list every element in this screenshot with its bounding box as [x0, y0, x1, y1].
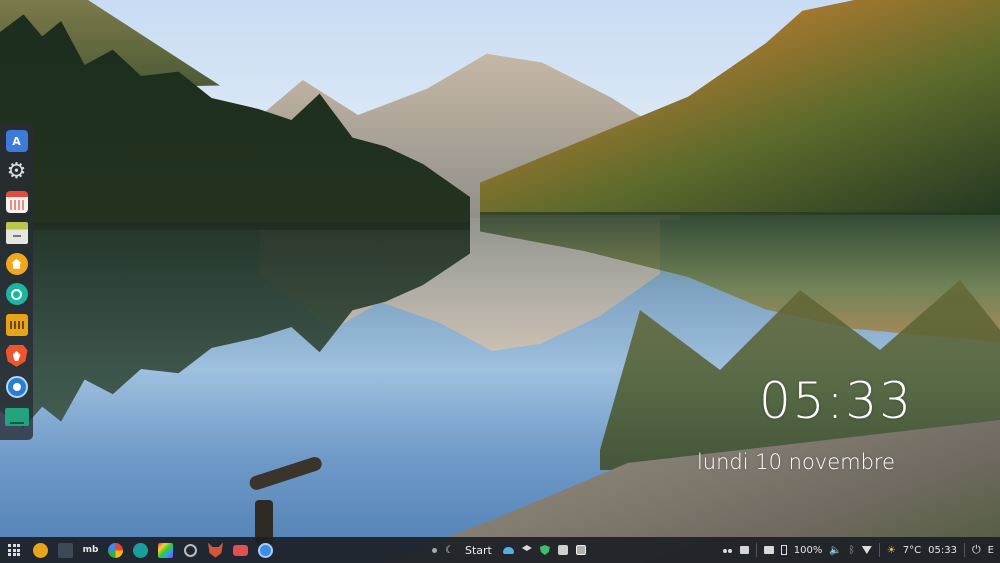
battery-percent[interactable]: 100%	[794, 545, 823, 556]
chat-icon[interactable]	[739, 546, 749, 554]
database-icon	[5, 375, 28, 398]
tray-separator	[755, 543, 757, 557]
dots-indicator-icon[interactable]	[722, 545, 733, 556]
dock-item-translate[interactable]: A	[4, 128, 30, 154]
gear-icon: ⚙	[6, 159, 27, 185]
dock-item-settings[interactable]: ⚙	[4, 159, 30, 185]
dock-item-radio[interactable]	[4, 312, 30, 338]
taskbar-app-dbeaver[interactable]	[253, 537, 278, 563]
taskbar-app-chrome[interactable]	[103, 537, 128, 563]
dock-item-brave[interactable]	[4, 343, 30, 369]
calendar-icon	[5, 191, 28, 214]
color-palette-icon	[158, 542, 173, 558]
app-dock: A ⚙	[0, 123, 33, 440]
taskbar-app-search[interactable]	[178, 537, 203, 563]
fox-icon	[208, 542, 223, 558]
workspace-indicator-icon[interactable]	[432, 547, 437, 553]
terminal-icon	[58, 542, 73, 558]
aperture-icon	[133, 542, 148, 558]
radio-icon	[5, 314, 28, 337]
camera-icon	[233, 544, 248, 556]
taskbar-app-fox[interactable]	[203, 537, 228, 563]
clipboard-icon[interactable]	[557, 545, 568, 555]
taskbar-center: ☾ Start	[432, 537, 586, 563]
translate-icon: A	[5, 130, 28, 152]
monitor-icon	[4, 408, 29, 427]
app-grid-icon	[8, 544, 20, 556]
dock-item-files[interactable]	[4, 220, 30, 246]
bluetooth-icon[interactable]: ᛒ	[849, 545, 855, 556]
cloud-sync-icon[interactable]	[502, 546, 514, 554]
google-chrome-icon	[108, 542, 123, 558]
keyboard-layout-label[interactable]: E	[988, 545, 994, 556]
battery-icon	[780, 545, 787, 555]
dock-item-calendar[interactable]	[4, 189, 30, 215]
tray-separator	[878, 543, 880, 557]
dock-item-dbeaver[interactable]	[4, 374, 30, 400]
search-icon	[184, 543, 197, 557]
desktop-wallpaper	[0, 0, 1000, 563]
desktop-clock-date: lundi 10 novembre	[696, 450, 896, 474]
dock-item-monitor[interactable]	[4, 404, 30, 430]
taskbar-launchers: mb	[0, 537, 278, 563]
taskbar-app-camera[interactable]	[228, 537, 253, 563]
database-icon	[258, 542, 273, 558]
dropbox-icon[interactable]	[521, 545, 532, 551]
desktop-clock-time: 05:33	[758, 372, 914, 430]
files-icon	[5, 222, 28, 245]
settings-dial-icon	[33, 542, 48, 558]
wifi-icon[interactable]	[861, 546, 872, 554]
home-icon	[5, 252, 28, 275]
power-icon[interactable]: ⏻	[972, 543, 981, 557]
taskbar: mb ☾ Start 100% 🔈 ᛒ ☀ 7°C 05:33 ⏻ E	[0, 537, 1000, 563]
taskbar-app-terminal[interactable]	[53, 537, 78, 563]
taskbar-clock[interactable]: 05:33	[928, 545, 957, 556]
start-button[interactable]: Start	[465, 544, 492, 557]
taskbar-app-mb[interactable]: mb	[78, 537, 103, 563]
dock-item-home[interactable]	[4, 251, 30, 277]
aperture-icon	[5, 283, 28, 306]
weather-temperature[interactable]: 7°C	[903, 545, 921, 556]
app-grid-button[interactable]	[0, 537, 28, 563]
shield-icon[interactable]	[539, 545, 550, 555]
folder-icon[interactable]	[763, 546, 774, 554]
volume-icon[interactable]: 🔈	[829, 545, 841, 556]
night-light-icon[interactable]: ☾	[445, 545, 454, 556]
translate-glyph: A	[12, 134, 21, 148]
indicator-box-icon[interactable]	[575, 545, 586, 555]
taskbar-app-ubuntu-tweaks[interactable]	[28, 537, 53, 563]
weather-sun-icon: ☀	[886, 544, 896, 556]
dock-item-aperture[interactable]	[4, 281, 30, 307]
taskbar-app-color[interactable]	[153, 537, 178, 563]
tray-separator	[963, 543, 965, 557]
system-tray: 100% 🔈 ᛒ ☀ 7°C 05:33 ⏻ E	[722, 537, 1000, 563]
mb-label: mb	[82, 545, 99, 555]
brave-lion-icon	[5, 344, 28, 367]
taskbar-app-settings[interactable]	[128, 537, 153, 563]
